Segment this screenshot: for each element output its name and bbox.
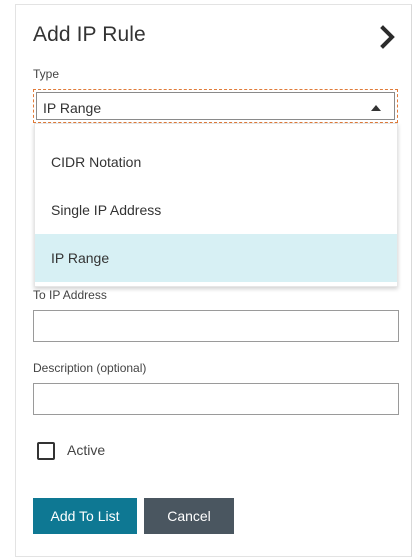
active-checkbox-label: Active xyxy=(67,442,106,458)
add-ip-rule-panel: Add IP Rule Type IP Range CIDR Notation … xyxy=(15,4,412,557)
type-select-value: IP Range xyxy=(43,100,102,116)
type-select-box: IP Range xyxy=(36,92,395,120)
option-cidr-notation[interactable]: CIDR Notation xyxy=(35,138,397,186)
option-single-ip-address[interactable]: Single IP Address xyxy=(35,186,397,234)
caret-up-icon xyxy=(371,105,381,111)
type-dropdown-menu: CIDR Notation Single IP Address IP Range xyxy=(34,123,398,287)
option-ip-range[interactable]: IP Range xyxy=(35,234,397,282)
cancel-button[interactable]: Cancel xyxy=(144,498,234,534)
chevron-right-icon-graphic xyxy=(380,25,395,49)
chevron-right-icon[interactable] xyxy=(377,25,399,49)
add-to-list-button[interactable]: Add To List xyxy=(33,498,137,534)
active-checkbox[interactable] xyxy=(37,442,55,460)
type-label: Type xyxy=(33,67,60,81)
description-label: Description (optional) xyxy=(33,361,147,375)
description-input[interactable] xyxy=(33,383,399,415)
to-ip-address-label: To IP Address xyxy=(33,288,107,302)
type-select[interactable]: IP Range xyxy=(33,89,398,123)
to-ip-address-input[interactable] xyxy=(33,310,399,342)
panel-title: Add IP Rule xyxy=(33,23,146,46)
